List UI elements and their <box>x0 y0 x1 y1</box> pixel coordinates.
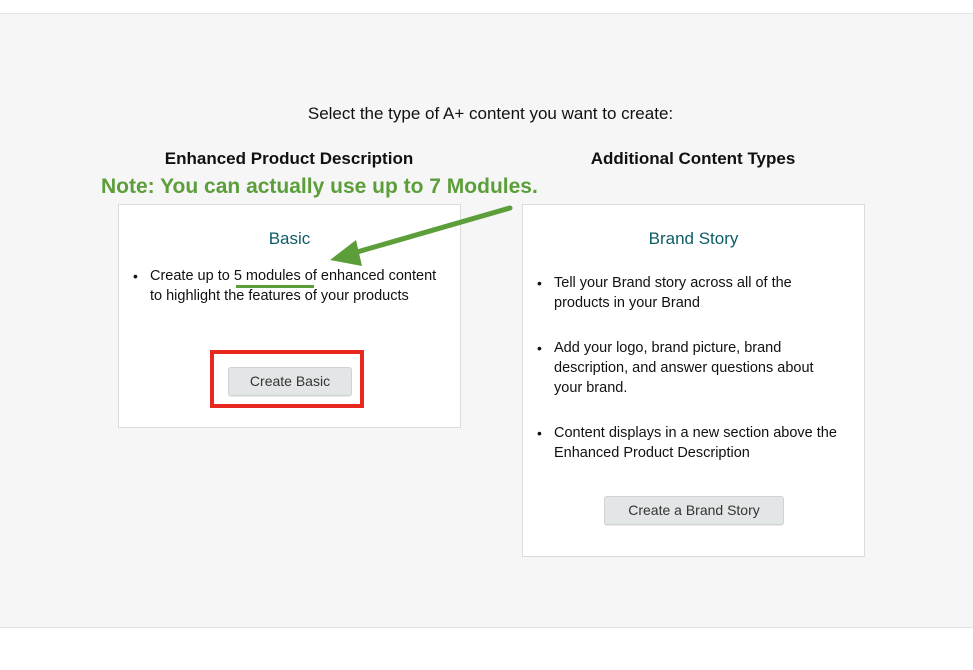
brand-story-card-title: Brand Story <box>648 229 739 248</box>
bullet-dot-icon: • <box>133 268 138 284</box>
bullet-dot-icon: • <box>537 275 542 291</box>
enhanced-description-heading: Enhanced Product Description <box>164 149 414 168</box>
bullet-dot-icon: • <box>537 425 542 441</box>
annotation-highlight-box <box>210 350 364 408</box>
page-prompt: Select the type of A+ content you want t… <box>307 104 674 123</box>
annotation-note: Note: You can actually use up to 7 Modul… <box>101 175 538 198</box>
annotation-underline <box>236 285 314 288</box>
brand-story-bullet: • Add your logo, brand picture, brand des… <box>537 340 814 396</box>
brand-story-card: Brand Story • Tell your Brand story acros… <box>522 204 865 557</box>
brand-story-bullet: • Tell your Brand story across all of the… <box>537 275 792 311</box>
additional-content-heading: Additional Content Types <box>590 149 796 168</box>
bullet-dot-icon: • <box>537 340 542 356</box>
basic-card-title: Basic <box>268 229 311 248</box>
brand-story-bullet: • Content displays in a new section above… <box>537 425 837 461</box>
create-brand-story-button[interactable]: Create a Brand Story <box>604 496 784 525</box>
modules-count-text: 5 modules <box>233 268 301 284</box>
